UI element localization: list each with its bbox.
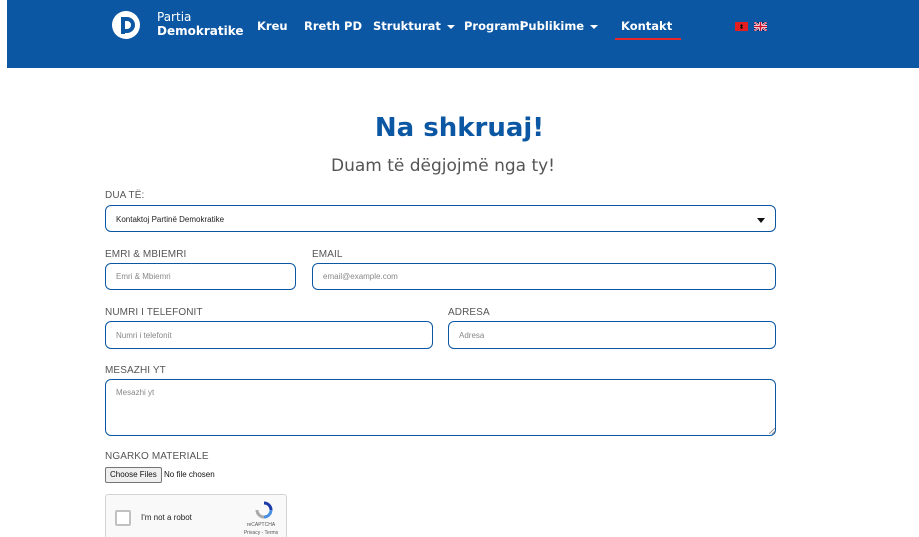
nav-item-rreth-pd[interactable]: Rreth PD <box>304 19 362 33</box>
uk-flag-icon[interactable] <box>754 22 767 31</box>
brand-line-2: Demokratike <box>157 24 244 38</box>
chevron-down-icon <box>757 218 765 223</box>
recaptcha-label: I'm not a robot <box>141 513 192 522</box>
recaptcha-checkbox[interactable] <box>115 510 131 526</box>
nav-item-publikime[interactable]: Publikime <box>520 19 599 33</box>
recaptcha-widget: I'm not a robot reCAPTCHA Privacy - Term… <box>105 494 287 537</box>
brand-name[interactable]: Partia Demokratike <box>157 10 244 38</box>
resize-grip-icon[interactable] <box>769 428 775 434</box>
recaptcha-links[interactable]: Privacy - Terms <box>236 530 286 536</box>
top-navbar: Partia Demokratike Kreu Rreth PD Struktu… <box>7 0 919 68</box>
chevron-down-icon <box>590 24 599 29</box>
phone-input[interactable] <box>105 321 433 349</box>
chevron-down-icon <box>446 24 455 29</box>
upload-label: NGARKO MATERIALE <box>105 451 209 462</box>
file-status-text: No file chosen <box>164 470 215 479</box>
message-textarea[interactable] <box>105 379 776 436</box>
phone-label: NUMRI I TELEFONIT <box>105 307 203 318</box>
purpose-label: DUA TË: <box>105 190 145 201</box>
nav-item-kreu[interactable]: Kreu <box>257 19 288 33</box>
brand-line-1: Partia <box>157 10 192 24</box>
name-input[interactable] <box>105 263 296 290</box>
purpose-select-value: Kontaktoj Partinë Demokratike <box>116 215 225 224</box>
address-label: ADRESA <box>448 307 490 318</box>
recaptcha-icon <box>255 501 273 519</box>
nav-item-publikime-label: Publikime <box>520 19 585 33</box>
name-label: EMRI & MBIEMRI <box>105 249 187 260</box>
email-input[interactable] <box>312 263 776 290</box>
nav-item-strukturat[interactable]: Strukturat <box>373 19 455 33</box>
choose-files-button[interactable]: Choose Files <box>105 467 162 483</box>
email-label: EMAIL <box>312 249 343 260</box>
recaptcha-brand: reCAPTCHA <box>246 522 276 528</box>
albania-flag-icon[interactable] <box>735 22 748 31</box>
pd-logo-icon[interactable] <box>111 10 141 40</box>
nav-item-programi[interactable]: Programi <box>464 19 524 33</box>
message-label: MESAZHI YT <box>105 365 166 376</box>
page-title: Na shkruaj! <box>374 113 545 143</box>
page-subtitle: Duam të dëgjojmë nga ty! <box>330 156 555 176</box>
purpose-select[interactable]: Kontaktoj Partinë Demokratike <box>105 205 776 232</box>
nav-item-strukturat-label: Strukturat <box>373 19 441 33</box>
address-input[interactable] <box>448 321 776 349</box>
active-nav-underline <box>615 38 681 40</box>
nav-item-kontakt[interactable]: Kontakt <box>621 19 672 33</box>
